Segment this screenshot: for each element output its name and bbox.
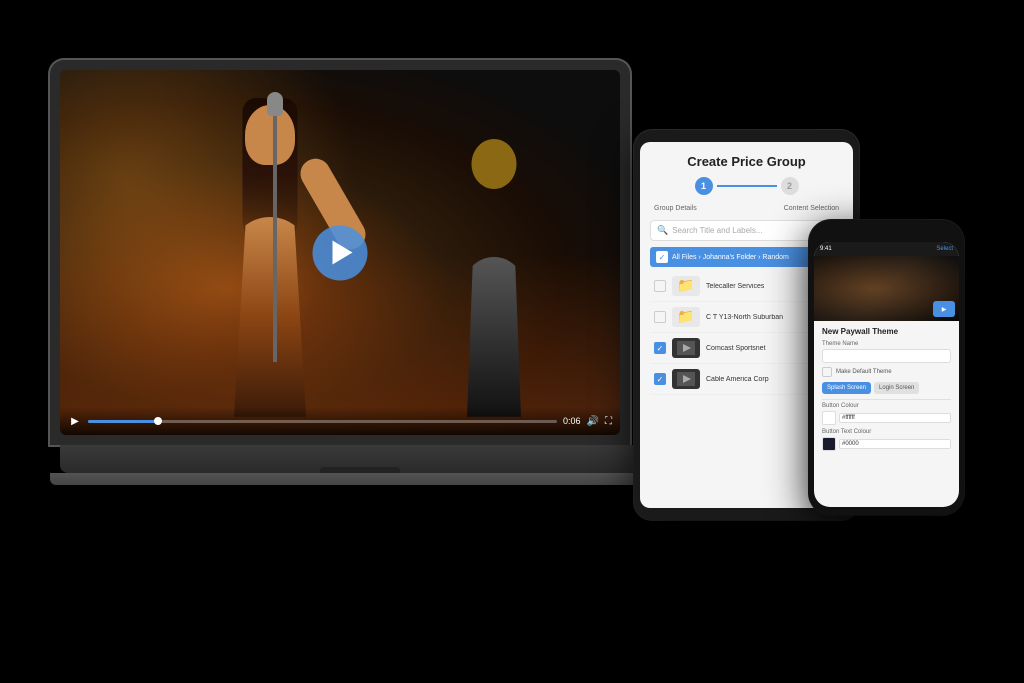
search-icon: 🔍 xyxy=(657,225,668,236)
progress-bar[interactable] xyxy=(88,420,557,423)
progress-bar-fill xyxy=(88,420,158,423)
concert-background: ▶ 0:06 🔊 ⛶ xyxy=(60,70,620,435)
file-checkbox-1[interactable] xyxy=(654,311,666,323)
progress-thumb xyxy=(154,417,162,425)
mic-stand xyxy=(273,107,277,363)
phone-section-title: New Paywall Theme xyxy=(822,327,951,336)
phone-body: New Paywall Theme Theme Name Make Defaul… xyxy=(814,321,959,507)
phone-play-button[interactable]: ▶ xyxy=(933,301,955,317)
file-thumb-3 xyxy=(672,369,700,389)
step-2-label: Content Selection xyxy=(784,205,839,212)
phone-select-button[interactable]: Select xyxy=(936,246,953,252)
folder-icon-1: 📁 xyxy=(677,309,694,326)
phone-screen: 9:41 Select ▶ New Paywall Theme Theme Na… xyxy=(814,242,959,507)
video-play-icon[interactable]: ▶ xyxy=(68,414,82,428)
phone-status-time: 9:41 xyxy=(820,246,832,252)
phone-default-checkbox[interactable] xyxy=(822,367,832,377)
phone-button-colour-row: #ffffff xyxy=(822,411,951,425)
laptop-screen-outer: ▶ 0:06 🔊 ⛶ xyxy=(50,60,630,445)
step-1-label: Group Details xyxy=(654,205,697,212)
phone-button-text-colour-value[interactable]: #0000 xyxy=(839,439,951,449)
phone-theme-name-label: Theme Name xyxy=(822,341,951,347)
breadcrumb-text: All Files › Johanna's Folder › Random xyxy=(672,254,789,261)
time-display: 0:06 xyxy=(563,416,581,426)
phone-theme-name-input[interactable] xyxy=(822,349,951,363)
laptop: ▶ 0:06 🔊 ⛶ xyxy=(50,60,670,580)
scene: ▶ 0:06 🔊 ⛶ Create Price xyxy=(0,0,1024,683)
file-thumb-1: 📁 xyxy=(672,307,700,327)
guitarist-figure xyxy=(424,125,564,417)
breadcrumb-checkbox[interactable] xyxy=(656,251,668,263)
folder-icon-0: 📁 xyxy=(677,278,694,295)
file-thumb-2 xyxy=(672,338,700,358)
phone-button-colour-value[interactable]: #ffffff xyxy=(839,413,951,423)
file-name-2: Comcast Sportsnet xyxy=(706,345,766,352)
step-2-circle: 2 xyxy=(781,177,799,195)
laptop-bottom xyxy=(50,473,690,485)
step-1-circle: 1 xyxy=(695,177,713,195)
phone-button-text-colour-row: #0000 xyxy=(822,437,951,451)
step-labels: Group Details Content Selection xyxy=(650,205,843,212)
phone-tabs: Splash Screen Login Screen xyxy=(822,382,951,394)
guitarist-head xyxy=(472,139,517,189)
tablet-title: Create Price Group xyxy=(650,154,843,169)
phone-tab-login[interactable]: Login Screen xyxy=(874,382,919,394)
guitarist-body xyxy=(464,257,524,417)
phone: 9:41 Select ▶ New Paywall Theme Theme Na… xyxy=(809,220,964,515)
search-placeholder: Search Title and Labels... xyxy=(672,226,762,235)
phone-play-icon: ▶ xyxy=(942,306,947,313)
phone-button-text-colour-label: Button Text Colour xyxy=(822,429,951,435)
file-thumb-0: 📁 xyxy=(672,276,700,296)
file-checkbox-3[interactable] xyxy=(654,373,666,385)
file-checkbox-0[interactable] xyxy=(654,280,666,292)
volume-icon[interactable]: 🔊 xyxy=(587,416,599,427)
fullscreen-icon[interactable]: ⛶ xyxy=(605,416,612,427)
singer-body xyxy=(230,217,310,417)
file-name-1: C T Y13-North Suburban xyxy=(706,314,783,321)
phone-notch xyxy=(862,228,912,240)
laptop-base xyxy=(60,445,660,473)
phone-button-colour-swatch[interactable] xyxy=(822,411,836,425)
play-triangle-icon xyxy=(332,241,352,265)
file-name-0: Telecaller Services xyxy=(706,283,764,290)
laptop-notch xyxy=(320,467,400,473)
step-line xyxy=(717,185,777,187)
phone-divider xyxy=(822,399,951,400)
tablet-stepper: 1 2 xyxy=(650,177,843,195)
phone-default-label: Make Default Theme xyxy=(836,369,892,375)
phone-video-thumb: ▶ xyxy=(814,256,959,321)
play-button[interactable] xyxy=(313,225,368,280)
phone-tab-splash[interactable]: Splash Screen xyxy=(822,382,871,394)
file-checkbox-2[interactable] xyxy=(654,342,666,354)
phone-default-theme-row: Make Default Theme xyxy=(822,367,951,377)
laptop-screen: ▶ 0:06 🔊 ⛶ xyxy=(60,70,620,435)
file-name-3: Cable America Corp xyxy=(706,376,769,383)
mic-head xyxy=(267,92,283,116)
phone-button-text-colour-swatch[interactable] xyxy=(822,437,836,451)
video-controls: ▶ 0:06 🔊 ⛶ xyxy=(60,407,620,435)
phone-header: 9:41 Select xyxy=(814,242,959,256)
phone-button-colour-label: Button Colour xyxy=(822,403,951,409)
